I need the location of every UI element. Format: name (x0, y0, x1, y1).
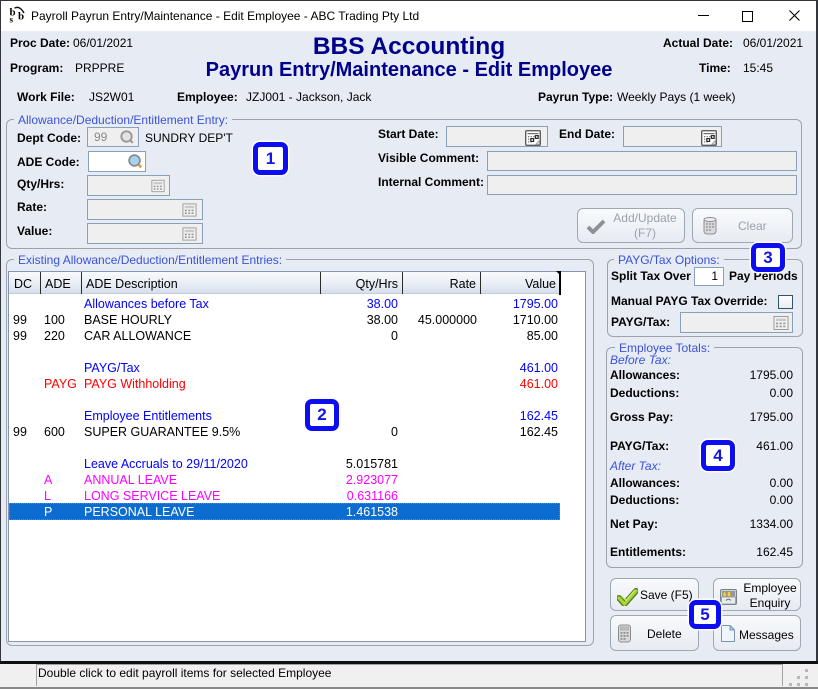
svg-text:s: s (10, 15, 14, 25)
